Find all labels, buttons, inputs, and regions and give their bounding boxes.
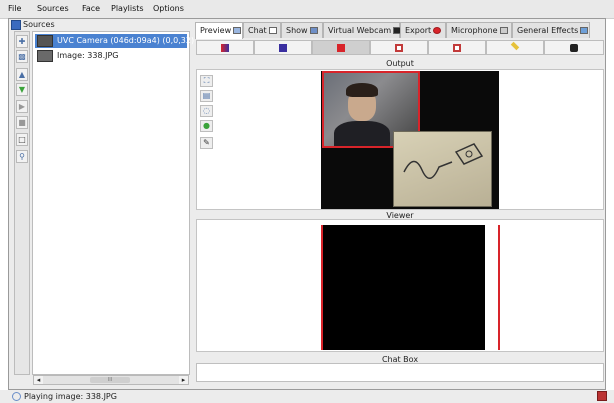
status-icon	[12, 392, 21, 401]
viewer-screen[interactable]	[321, 225, 485, 350]
tab-show[interactable]: Show	[281, 22, 323, 38]
preview-icon	[233, 27, 242, 34]
tab-bar: Preview Chat Show Virtual Webcam Export …	[195, 22, 605, 39]
status-action-icon[interactable]	[597, 391, 607, 401]
tab-label: Virtual Webcam	[328, 26, 392, 35]
brush-icon: ✎	[203, 138, 210, 147]
play-button[interactable]: ▶	[16, 100, 28, 113]
source-item-label: Image: 338.JPG	[57, 51, 119, 60]
add-icon: ✚	[18, 37, 26, 46]
status-text: Playing image: 338.JPG	[24, 392, 117, 401]
add-source-button[interactable]: ✚	[16, 35, 28, 48]
menu-sources[interactable]: Sources	[37, 4, 69, 13]
menu-file[interactable]: File	[8, 4, 21, 13]
bulb-icon: ◌	[203, 106, 210, 115]
image-overlay[interactable]	[393, 131, 492, 207]
effect-button-5[interactable]	[428, 40, 486, 55]
output-tools: ⛶ ▤ ◌ ● ✎	[200, 75, 214, 157]
brush-button[interactable]: ✎	[200, 137, 213, 149]
light-button[interactable]: ◌	[200, 105, 213, 117]
move-up-button[interactable]: ▲	[16, 68, 28, 81]
sketch-drawing	[403, 143, 484, 179]
source-list: UVC Camera (046d:09a4) (0,0,32) Image: 3…	[32, 31, 194, 375]
camera-subject-hair	[346, 83, 378, 97]
layer-icon: ▤	[202, 91, 211, 100]
effect-3-icon	[337, 44, 345, 52]
tab-label: General Effects	[517, 26, 579, 35]
scroll-thumb[interactable]: III	[90, 377, 130, 383]
effect-button-7[interactable]	[544, 40, 604, 55]
image-thumbnail	[37, 50, 53, 62]
up-icon: ▲	[18, 70, 26, 79]
effects-icon	[580, 27, 589, 34]
scroll-right-icon[interactable]: ▸	[179, 376, 188, 384]
effect-5-icon	[453, 44, 461, 52]
window-icon: □	[18, 135, 26, 144]
record-icon	[433, 27, 442, 34]
zoom-button[interactable]: ⚲	[16, 150, 28, 163]
tab-export[interactable]: Export	[400, 22, 446, 38]
sources-title: Sources	[23, 20, 55, 29]
play-icon: ▶	[18, 102, 26, 111]
viewer-marker	[498, 225, 500, 350]
source-item-camera[interactable]: UVC Camera (046d:09a4) (0,0,32)	[35, 34, 194, 48]
tab-general-effects[interactable]: General Effects	[512, 22, 590, 38]
tab-label: Preview	[200, 26, 232, 35]
layer-button[interactable]: ▤	[200, 90, 213, 102]
effect-2-icon	[279, 44, 287, 52]
tab-chat[interactable]: Chat	[243, 22, 281, 38]
menu-playlists[interactable]: Playlists	[111, 4, 144, 13]
effect-4-icon	[395, 44, 403, 52]
camera-source-button[interactable]: ▩	[16, 50, 28, 63]
microphone-icon	[499, 27, 508, 34]
effect-button-6[interactable]	[486, 40, 544, 55]
menu-face[interactable]: Face	[82, 4, 100, 13]
sources-icon	[11, 20, 21, 30]
camera-subject-shirt	[334, 121, 390, 146]
chat-box-input[interactable]	[196, 363, 604, 382]
tab-virtual-webcam[interactable]: Virtual Webcam	[323, 22, 402, 38]
tab-label: Export	[405, 26, 432, 35]
camera-thumbnail	[37, 35, 53, 47]
effect-button-2[interactable]	[254, 40, 312, 55]
effects-toolbar	[196, 40, 604, 56]
source-item-image[interactable]: Image: 338.JPG	[35, 49, 187, 63]
tab-label: Microphone	[451, 26, 498, 35]
stop-button[interactable]: ■	[16, 116, 28, 129]
color-button[interactable]: ●	[200, 120, 213, 132]
fit-icon: ⛶	[203, 76, 210, 85]
effect-6-icon	[510, 41, 520, 51]
scroll-left-icon[interactable]: ◂	[34, 376, 43, 384]
source-list-scrollbar[interactable]: ◂ III ▸	[33, 375, 189, 385]
effect-button-1[interactable]	[196, 40, 254, 55]
output-label: Output	[386, 59, 414, 68]
menu-options[interactable]: Options	[153, 4, 184, 13]
stop-icon: ■	[18, 118, 26, 127]
effect-button-4[interactable]	[370, 40, 428, 55]
source-item-label: UVC Camera (046d:09a4) (0,0,32)	[57, 36, 195, 45]
source-toolbar: ✚ ▩ ▲ ▼ ▶ ■ □ ⚲	[14, 31, 30, 375]
window-button[interactable]: □	[16, 133, 28, 146]
effect-button-3[interactable]	[312, 40, 370, 55]
down-icon: ▼	[18, 85, 26, 94]
color-icon: ●	[203, 121, 210, 130]
tab-microphone[interactable]: Microphone	[446, 22, 512, 38]
zoom-icon: ⚲	[19, 152, 25, 161]
tab-preview[interactable]: Preview	[195, 22, 243, 39]
effect-7-icon	[570, 44, 578, 52]
show-icon	[309, 27, 318, 34]
fit-button[interactable]: ⛶	[200, 75, 213, 87]
chat-icon	[268, 27, 277, 34]
camera-icon: ▩	[18, 52, 26, 61]
sources-panel-header: Sources	[11, 20, 191, 31]
menu-bar: File Sources Face Playlists Options	[0, 0, 614, 19]
effect-1-icon	[221, 44, 229, 52]
tab-label: Show	[286, 26, 308, 35]
status-bar: Playing image: 338.JPG	[0, 390, 614, 403]
tab-label: Chat	[248, 26, 267, 35]
move-down-button[interactable]: ▼	[16, 83, 28, 96]
